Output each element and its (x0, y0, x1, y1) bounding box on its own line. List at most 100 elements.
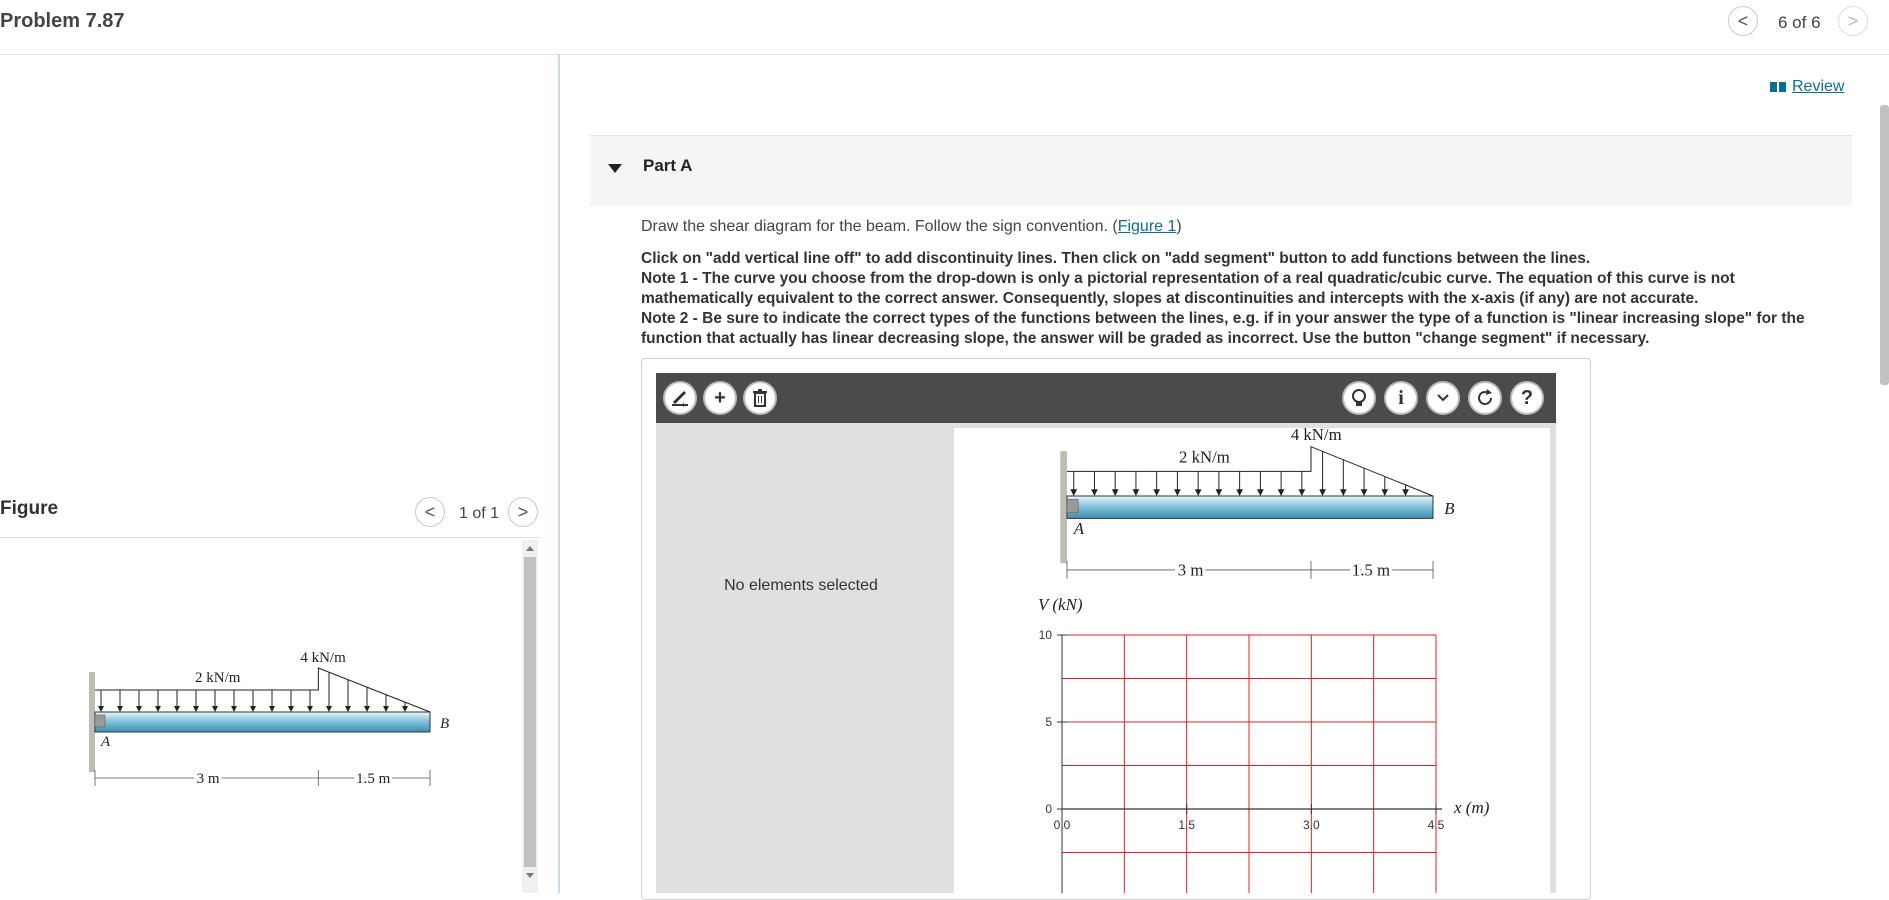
dropdown-button[interactable] (1426, 381, 1460, 415)
load-arrowhead (1132, 489, 1140, 496)
add-segment-button[interactable]: + (703, 381, 737, 415)
review-link[interactable]: Review (1770, 78, 1844, 96)
figure-label: Figure (0, 498, 59, 519)
load-arrowhead (1153, 489, 1161, 496)
load-arrowhead (1215, 489, 1223, 496)
y-tick-label: 0 (1045, 802, 1052, 816)
load-arrowhead (174, 706, 180, 712)
y-tick-label: 5 (1045, 715, 1052, 729)
beam-figure-small: 2 kN/m 4 kN/m A B 3 m 1.5 m (1060, 425, 1454, 583)
page-scrollbar[interactable] (1880, 105, 1889, 385)
canvas-svg[interactable]: 2 kN/m 4 kN/m A B 3 m 1.5 m 10 5 00.0 1.5 3.0 4.5 V… (954, 425, 1550, 893)
load-arrowhead (1111, 489, 1119, 496)
figure-scroll-thumb[interactable] (524, 557, 536, 867)
problem-title: Problem 7.87 (0, 10, 125, 32)
load-arrowhead (155, 706, 161, 712)
y-axis-label: V (kN) (1038, 595, 1083, 614)
chevron-left-icon: < (1737, 10, 1749, 31)
load-outline (1067, 445, 1434, 497)
pane-divider[interactable] (558, 54, 560, 893)
load-arrowhead (345, 706, 351, 712)
scroll-down-icon[interactable] (522, 870, 538, 882)
x-axis-label: x (m) (1453, 798, 1490, 817)
load-arrowhead (250, 706, 256, 712)
span-2-label: 1.5 m (356, 771, 391, 787)
info-button[interactable]: i (1384, 381, 1418, 415)
load-arrowhead (212, 706, 218, 712)
scroll-up-icon[interactable] (522, 542, 538, 554)
y-tick-label: 10 (1039, 628, 1053, 642)
instruction-text: Draw the shear diagram for the beam. Fol… (641, 218, 1118, 235)
support-a-label: A (1073, 519, 1085, 538)
load-arrowhead (364, 706, 370, 712)
x-tick-label: 0.0 (1054, 818, 1071, 832)
part-a-header[interactable]: Part A (590, 135, 1852, 206)
part-label: Part A (643, 156, 693, 175)
selection-status: No elements selected (724, 577, 878, 594)
load-arrowhead (117, 706, 123, 712)
load-arrowhead (1319, 489, 1326, 496)
fixed-support-plate (1066, 499, 1079, 514)
dropdown-icon (1437, 394, 1449, 402)
load-arrowhead (1257, 489, 1264, 496)
load-arrowhead (1360, 489, 1368, 496)
load-left-label: 2 kN/m (195, 670, 241, 686)
span-1-label: 3 m (197, 771, 220, 787)
reset-button[interactable] (1468, 381, 1502, 415)
figure-link[interactable]: Figure 1 (1118, 218, 1177, 235)
next-figure-button[interactable]: > (508, 497, 538, 527)
help-button[interactable]: ? (1510, 381, 1544, 415)
load-arrowhead (1381, 489, 1389, 496)
beam-figure: 2 kN/m 4 kN/m A B 3 m 1.5 m (89, 650, 449, 790)
chevron-right-icon: > (517, 501, 529, 522)
load-left-label: 2 kN/m (1179, 447, 1230, 466)
book-icon (1770, 82, 1786, 92)
load-arrowhead (307, 706, 313, 712)
notes-block: Click on "add vertical line off" to add … (641, 249, 1846, 349)
fixed-support-plate (94, 714, 106, 728)
x-tick-label: 4.5 (1428, 818, 1445, 832)
load-arrowhead (1091, 489, 1098, 496)
shear-chart[interactable]: 10 5 00.0 1.5 3.0 4.5 V (kN) x (m) (1038, 595, 1490, 893)
load-arrowhead (1277, 489, 1285, 496)
reset-icon (1478, 389, 1492, 405)
review-label: Review (1792, 78, 1845, 95)
figure-counter: 1 of 1 (459, 505, 500, 522)
load-right-label: 4 kN/m (1291, 428, 1342, 444)
end-b-label: B (440, 716, 449, 732)
load-arrowhead (136, 706, 142, 712)
collapse-triangle-icon[interactable] (608, 164, 622, 173)
figure-divider (0, 537, 540, 538)
load-arrowhead (1194, 489, 1202, 496)
x-tick-label: 1.5 (1178, 818, 1195, 832)
problem-instruction: Draw the shear diagram for the beam. Fol… (641, 218, 1182, 236)
note-1: Note 1 - The curve you choose from the d… (641, 270, 1735, 307)
next-problem-button[interactable]: > (1838, 6, 1868, 36)
load-arrowhead (1070, 489, 1078, 496)
end-b-label: B (1444, 499, 1454, 518)
load-arrowhead (326, 706, 332, 712)
editor-toolbar: + + i ? (656, 373, 1556, 423)
load-right-label: 4 kN/m (300, 650, 346, 666)
support-a-label: A (100, 734, 111, 750)
add-vertical-line-icon: + (672, 390, 688, 408)
prev-problem-button[interactable]: < (1728, 6, 1758, 36)
load-arrowhead (193, 706, 199, 712)
load-arrowhead (1236, 489, 1243, 496)
load-arrowhead (383, 706, 389, 712)
hint-icon (1352, 389, 1366, 406)
prev-figure-button[interactable]: < (415, 497, 445, 527)
beam-body (94, 711, 431, 733)
hint-button[interactable] (1342, 381, 1376, 415)
add-vertical-line-button[interactable]: + (663, 381, 697, 415)
load-arrowhead (402, 706, 408, 712)
delete-button[interactable] (743, 381, 777, 415)
drawing-canvas[interactable]: 2 kN/m 4 kN/m A B 3 m 1.5 m 10 5 0 0.0 1.5 3.0 4.5 V… (954, 425, 1550, 893)
load-arrowhead (98, 706, 104, 712)
figure-scrollbar[interactable] (522, 540, 538, 893)
top-bar (0, 0, 1889, 55)
delete-icon (753, 389, 767, 407)
load-outline (95, 667, 431, 713)
load-arrowhead (269, 706, 275, 712)
load-arrowhead (231, 706, 237, 712)
